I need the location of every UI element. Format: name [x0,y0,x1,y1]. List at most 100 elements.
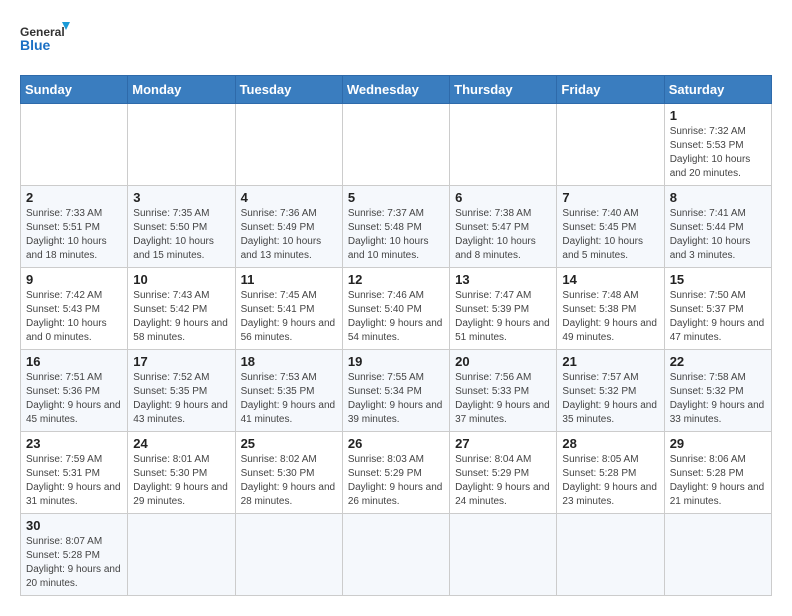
day-info: Sunrise: 8:02 AMSunset: 5:30 PMDaylight:… [241,453,337,509]
weekday-header-sunday: Sunday [21,76,128,104]
weekday-header-friday: Friday [557,76,664,104]
calendar-cell [450,514,557,596]
calendar-cell [664,514,771,596]
day-number: 10 [133,272,229,287]
day-number: 24 [133,436,229,451]
day-info: Sunrise: 7:56 AMSunset: 5:33 PMDaylight:… [455,371,551,427]
calendar-cell: 6 Sunrise: 7:38 AMSunset: 5:47 PMDaylight… [450,186,557,268]
day-info: Sunrise: 7:42 AMSunset: 5:43 PMDaylight:… [26,289,122,345]
day-info: Sunrise: 7:48 AMSunset: 5:38 PMDaylight:… [562,289,658,345]
day-info: Sunrise: 8:06 AMSunset: 5:28 PMDaylight:… [670,453,766,509]
calendar-cell: 14 Sunrise: 7:48 AMSunset: 5:38 PMDayligh… [557,268,664,350]
weekday-header-row: SundayMondayTuesdayWednesdayThursdayFrid… [21,76,772,104]
calendar-cell: 1 Sunrise: 7:32 AMSunset: 5:53 PMDaylight… [664,104,771,186]
calendar-cell: 10Sunrise: 7:43 AMSunset: 5:42 PMDayligh… [128,268,235,350]
calendar-cell: 30 Sunrise: 8:07 AMSunset: 5:28 PMDayligh… [21,514,128,596]
calendar-cell [235,104,342,186]
day-number: 14 [562,272,658,287]
day-number: 25 [241,436,337,451]
calendar-cell: 16Sunrise: 7:51 AMSunset: 5:36 PMDayligh… [21,350,128,432]
calendar-cell: 19Sunrise: 7:55 AMSunset: 5:34 PMDayligh… [342,350,449,432]
svg-text:Blue: Blue [20,37,51,53]
day-number: 27 [455,436,551,451]
day-info: Sunrise: 7:45 AMSunset: 5:41 PMDaylight:… [241,289,337,345]
calendar-cell [21,104,128,186]
day-number: 28 [562,436,658,451]
calendar-cell: 9 Sunrise: 7:42 AMSunset: 5:43 PMDaylight… [21,268,128,350]
day-info: Sunrise: 8:07 AMSunset: 5:28 PMDaylight:… [26,535,122,591]
calendar-week-row: 30 Sunrise: 8:07 AMSunset: 5:28 PMDayligh… [21,514,772,596]
calendar-cell [557,514,664,596]
calendar-cell [128,514,235,596]
day-info: Sunrise: 7:36 AMSunset: 5:49 PMDaylight:… [241,207,337,263]
calendar-cell: 12 Sunrise: 7:46 AMSunset: 5:40 PMDayligh… [342,268,449,350]
calendar-cell [128,104,235,186]
day-info: Sunrise: 8:05 AMSunset: 5:28 PMDaylight:… [562,453,658,509]
day-number: 23 [26,436,122,451]
calendar-cell: 21 Sunrise: 7:57 AMSunset: 5:32 PMDayligh… [557,350,664,432]
day-info: Sunrise: 7:51 AMSunset: 5:36 PMDaylight:… [26,371,122,427]
calendar-week-row: 16Sunrise: 7:51 AMSunset: 5:36 PMDayligh… [21,350,772,432]
calendar-cell: 13 Sunrise: 7:47 AMSunset: 5:39 PMDayligh… [450,268,557,350]
calendar-cell: 18 Sunrise: 7:53 AMSunset: 5:35 PMDayligh… [235,350,342,432]
day-number: 22 [670,354,766,369]
calendar-cell [342,104,449,186]
day-info: Sunrise: 8:01 AMSunset: 5:30 PMDaylight:… [133,453,229,509]
day-number: 1 [670,108,766,123]
calendar-cell [235,514,342,596]
calendar-table: SundayMondayTuesdayWednesdayThursdayFrid… [20,75,772,596]
day-number: 29 [670,436,766,451]
day-info: Sunrise: 7:40 AMSunset: 5:45 PMDaylight:… [562,207,658,263]
calendar-cell: 23 Sunrise: 7:59 AMSunset: 5:31 PMDayligh… [21,432,128,514]
calendar-cell [450,104,557,186]
day-number: 4 [241,190,337,205]
calendar-cell: 20Sunrise: 7:56 AMSunset: 5:33 PMDayligh… [450,350,557,432]
calendar-cell: 24 Sunrise: 8:01 AMSunset: 5:30 PMDayligh… [128,432,235,514]
day-number: 17 [133,354,229,369]
weekday-header-tuesday: Tuesday [235,76,342,104]
calendar-cell: 17Sunrise: 7:52 AMSunset: 5:35 PMDayligh… [128,350,235,432]
calendar-cell: 26Sunrise: 8:03 AMSunset: 5:29 PMDayligh… [342,432,449,514]
calendar-cell: 25 Sunrise: 8:02 AMSunset: 5:30 PMDayligh… [235,432,342,514]
weekday-header-saturday: Saturday [664,76,771,104]
calendar-cell: 15Sunrise: 7:50 AMSunset: 5:37 PMDayligh… [664,268,771,350]
day-number: 26 [348,436,444,451]
day-number: 9 [26,272,122,287]
day-number: 30 [26,518,122,533]
calendar-cell [342,514,449,596]
day-number: 6 [455,190,551,205]
calendar-week-row: 9 Sunrise: 7:42 AMSunset: 5:43 PMDaylight… [21,268,772,350]
calendar-cell [557,104,664,186]
day-info: Sunrise: 7:46 AMSunset: 5:40 PMDaylight:… [348,289,444,345]
calendar-week-row: 23 Sunrise: 7:59 AMSunset: 5:31 PMDayligh… [21,432,772,514]
day-number: 8 [670,190,766,205]
day-number: 11 [241,272,337,287]
page-header: General Blue [20,20,772,65]
day-info: Sunrise: 7:57 AMSunset: 5:32 PMDaylight:… [562,371,658,427]
calendar-cell: 27 Sunrise: 8:04 AMSunset: 5:29 PMDayligh… [450,432,557,514]
day-info: Sunrise: 7:53 AMSunset: 5:35 PMDaylight:… [241,371,337,427]
day-number: 5 [348,190,444,205]
day-info: Sunrise: 7:50 AMSunset: 5:37 PMDaylight:… [670,289,766,345]
day-info: Sunrise: 7:32 AMSunset: 5:53 PMDaylight:… [670,125,766,181]
day-info: Sunrise: 7:59 AMSunset: 5:31 PMDaylight:… [26,453,122,509]
weekday-header-monday: Monday [128,76,235,104]
day-info: Sunrise: 7:38 AMSunset: 5:47 PMDaylight:… [455,207,551,263]
day-number: 13 [455,272,551,287]
calendar-week-row: 2Sunrise: 7:33 AMSunset: 5:51 PMDaylight… [21,186,772,268]
weekday-header-wednesday: Wednesday [342,76,449,104]
day-number: 18 [241,354,337,369]
calendar-cell: 7Sunrise: 7:40 AMSunset: 5:45 PMDaylight… [557,186,664,268]
calendar-cell: 28 Sunrise: 8:05 AMSunset: 5:28 PMDayligh… [557,432,664,514]
day-info: Sunrise: 7:37 AMSunset: 5:48 PMDaylight:… [348,207,444,263]
day-info: Sunrise: 7:47 AMSunset: 5:39 PMDaylight:… [455,289,551,345]
calendar-cell: 4 Sunrise: 7:36 AMSunset: 5:49 PMDaylight… [235,186,342,268]
day-number: 21 [562,354,658,369]
day-info: Sunrise: 8:04 AMSunset: 5:29 PMDaylight:… [455,453,551,509]
day-number: 3 [133,190,229,205]
calendar-cell: 11 Sunrise: 7:45 AMSunset: 5:41 PMDayligh… [235,268,342,350]
day-info: Sunrise: 7:35 AMSunset: 5:50 PMDaylight:… [133,207,229,263]
weekday-header-thursday: Thursday [450,76,557,104]
logo-svg: General Blue [20,20,70,65]
day-number: 12 [348,272,444,287]
